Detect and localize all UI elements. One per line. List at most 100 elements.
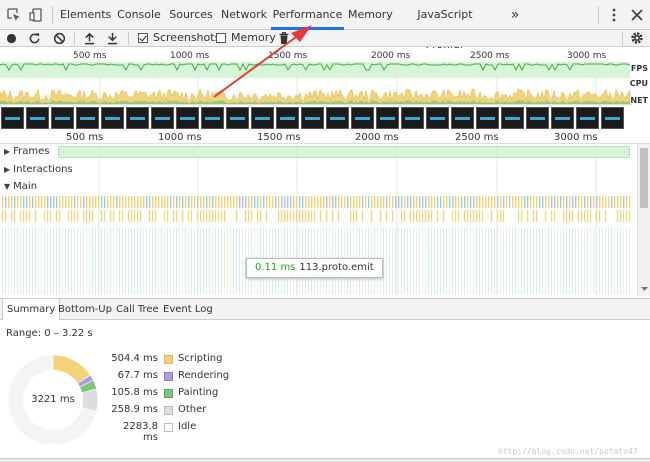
main-thread-task bbox=[296, 196, 298, 208]
toolbar-divider bbox=[128, 32, 129, 45]
tab-summary[interactable]: Summary bbox=[2, 298, 61, 320]
tab-performance[interactable]: Performance bbox=[271, 0, 344, 30]
main-thread-task bbox=[548, 196, 550, 208]
screenshot-thumbnail[interactable] bbox=[551, 107, 574, 129]
main-thread-call bbox=[554, 228, 555, 294]
screenshot-thumbnail[interactable] bbox=[226, 107, 249, 129]
main-thread-task bbox=[59, 196, 61, 208]
expand-triangle-icon[interactable]: ▶ bbox=[4, 165, 10, 174]
legend-swatch bbox=[164, 423, 173, 432]
tab-network[interactable]: Network bbox=[220, 0, 268, 30]
screenshot-thumbnail[interactable] bbox=[451, 107, 474, 129]
save-profile-icon[interactable] bbox=[106, 32, 119, 45]
legend-name: Painting bbox=[178, 387, 219, 398]
screenshot-thumbnail[interactable] bbox=[526, 107, 549, 129]
main-thread-task bbox=[5, 196, 7, 208]
more-options-icon[interactable] bbox=[606, 7, 622, 23]
tab-bottom-up[interactable]: Bottom-Up bbox=[58, 299, 112, 320]
main-thread-task bbox=[176, 210, 178, 222]
main-thread-call bbox=[59, 228, 60, 294]
timeline-ruler: 500 ms 1000 ms 1500 ms 2000 ms 2500 ms 3… bbox=[0, 132, 650, 144]
screenshot-thumbnail[interactable] bbox=[276, 107, 299, 129]
screenshot-thumbnail[interactable] bbox=[251, 107, 274, 129]
more-tabs-button[interactable]: » bbox=[507, 0, 523, 30]
collect-garbage-icon[interactable] bbox=[278, 31, 290, 45]
main-thread-task bbox=[287, 210, 289, 222]
main-thread-call bbox=[74, 228, 75, 294]
main-thread-call bbox=[425, 228, 426, 294]
main-thread-task bbox=[266, 210, 268, 222]
screenshot-thumbnail[interactable] bbox=[401, 107, 424, 129]
screenshot-thumbnail[interactable] bbox=[176, 107, 199, 129]
tab-console[interactable]: Console bbox=[116, 0, 162, 30]
main-thread-task bbox=[599, 210, 601, 222]
screenshot-thumbnail[interactable] bbox=[1, 107, 24, 129]
screenshot-thumbnail[interactable] bbox=[51, 107, 74, 129]
main-thread-task bbox=[260, 210, 262, 222]
main-thread-task bbox=[380, 210, 382, 222]
ruler-tick-label: 3000 ms bbox=[554, 132, 598, 143]
screenshot-thumbnail[interactable] bbox=[326, 107, 349, 129]
reload-icon[interactable] bbox=[28, 32, 41, 45]
frames-row-header[interactable]: ▶ Frames bbox=[4, 146, 50, 157]
scroll-down-icon[interactable] bbox=[641, 287, 648, 292]
tab-sources[interactable]: Sources bbox=[168, 0, 214, 30]
clear-icon[interactable] bbox=[53, 32, 66, 45]
screenshot-thumbnail[interactable] bbox=[426, 107, 449, 129]
legend-row-idle: 2283.8 ms Idle bbox=[108, 421, 248, 443]
expand-triangle-icon[interactable]: ▶ bbox=[4, 147, 10, 156]
record-icon[interactable] bbox=[6, 33, 17, 44]
main-thread-call bbox=[581, 228, 582, 294]
main-thread-task bbox=[314, 196, 316, 208]
main-row-header[interactable]: ▼ Main bbox=[4, 181, 37, 192]
screenshots-checkbox[interactable] bbox=[138, 33, 148, 43]
timeline-overview[interactable]: 500 ms 1000 ms 1500 ms 2000 ms 2500 ms 3… bbox=[0, 48, 650, 132]
flame-chart-scrollbar[interactable] bbox=[637, 144, 650, 296]
screenshot-thumbnail[interactable] bbox=[26, 107, 49, 129]
tab-call-tree[interactable]: Call Tree bbox=[116, 299, 159, 320]
screenshot-thumbnail[interactable] bbox=[476, 107, 499, 129]
screenshot-thumbnail[interactable] bbox=[126, 107, 149, 129]
inspect-element-icon[interactable] bbox=[6, 7, 22, 23]
screenshot-thumbnail[interactable] bbox=[101, 107, 124, 129]
main-thread-call bbox=[539, 228, 540, 294]
screenshot-thumbnail[interactable] bbox=[301, 107, 324, 129]
screenshot-thumbnail[interactable] bbox=[601, 107, 624, 129]
summary-range: Range: 0 – 3.22 s bbox=[6, 328, 93, 339]
main-thread-call bbox=[407, 228, 408, 294]
tab-event-log[interactable]: Event Log bbox=[163, 299, 213, 320]
main-thread-task bbox=[581, 196, 583, 208]
memory-checkbox[interactable] bbox=[216, 33, 226, 43]
main-thread-call bbox=[104, 228, 105, 294]
settings-gear-icon[interactable] bbox=[630, 31, 644, 45]
main-thread-call bbox=[173, 228, 174, 294]
main-thread-task bbox=[488, 196, 490, 208]
tab-elements[interactable]: Elements bbox=[60, 0, 111, 30]
tab-javascript-profiler[interactable]: JavaScript Profiler bbox=[400, 0, 490, 51]
screenshot-thumbnail[interactable] bbox=[576, 107, 599, 129]
screenshot-thumbnail[interactable] bbox=[76, 107, 99, 129]
main-thread-call bbox=[557, 228, 558, 294]
scrollbar-thumb[interactable] bbox=[640, 148, 648, 208]
main-thread-task bbox=[389, 196, 391, 208]
main-thread-task bbox=[194, 196, 196, 208]
main-thread-task bbox=[617, 210, 619, 222]
main-thread-call bbox=[446, 228, 447, 294]
legend-name: Other bbox=[178, 404, 207, 415]
screenshot-thumbnail[interactable] bbox=[351, 107, 374, 129]
load-profile-icon[interactable] bbox=[83, 32, 96, 45]
screenshot-thumbnail[interactable] bbox=[501, 107, 524, 129]
device-toolbar-icon[interactable] bbox=[28, 7, 44, 23]
main-thread-task bbox=[461, 196, 463, 208]
screenshot-thumbnail[interactable] bbox=[201, 107, 224, 129]
interactions-row-header[interactable]: ▶ Interactions bbox=[4, 164, 73, 175]
tab-memory[interactable]: Memory bbox=[348, 0, 393, 30]
main-thread-task bbox=[200, 196, 202, 208]
main-thread-call bbox=[29, 228, 30, 294]
screenshot-thumbnail[interactable] bbox=[151, 107, 174, 129]
collapse-triangle-icon[interactable]: ▼ bbox=[4, 182, 10, 191]
close-icon[interactable] bbox=[629, 7, 645, 23]
screenshot-thumbnail[interactable] bbox=[376, 107, 399, 129]
main-thread-task bbox=[620, 196, 622, 208]
main-thread-task bbox=[206, 210, 208, 222]
